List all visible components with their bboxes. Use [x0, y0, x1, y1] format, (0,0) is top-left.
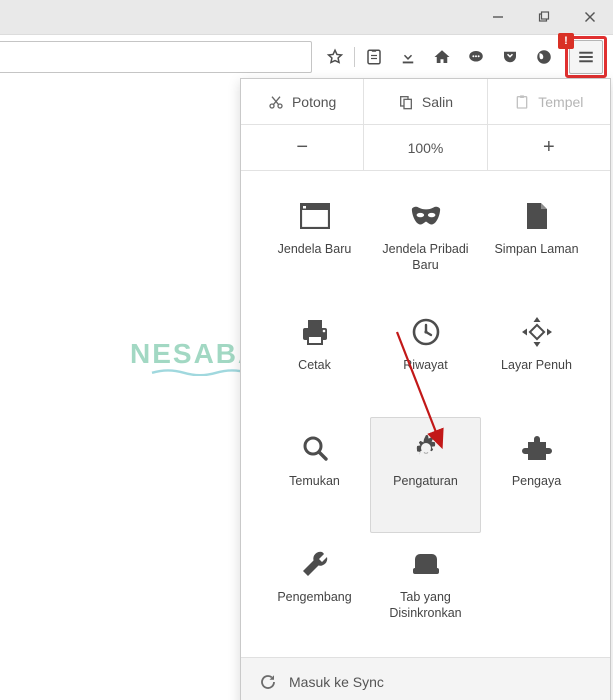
menu-label: Cetak [298, 358, 331, 374]
menu-print[interactable]: Cetak [259, 301, 370, 417]
print-icon [299, 316, 331, 348]
copy-button[interactable]: Salin [363, 79, 486, 125]
hamburger-highlight: ! [565, 36, 607, 78]
reading-list-icon[interactable] [357, 40, 391, 74]
menu-label: Jendela Baru [278, 242, 352, 258]
edit-row: Potong Salin Tempel [241, 79, 610, 125]
notification-badge: ! [558, 33, 574, 49]
menu-label: Simpan Laman [494, 242, 578, 258]
home-icon[interactable] [425, 40, 459, 74]
menu-addons[interactable]: Pengaya [481, 417, 592, 533]
menu-label: Layar Penuh [501, 358, 572, 374]
page-icon [521, 200, 553, 232]
menu-label: Tab yang Disinkronkan [376, 590, 476, 621]
search-icon [299, 432, 331, 464]
window-titlebar [0, 0, 613, 35]
copy-icon [398, 94, 414, 110]
copy-label: Salin [422, 94, 453, 110]
zoom-row: − 100% + [241, 125, 610, 171]
menu-label: Pengaya [512, 474, 561, 490]
downloads-icon[interactable] [391, 40, 425, 74]
paste-button[interactable]: Tempel [487, 79, 610, 125]
menu-label: Jendela Pribadi Baru [376, 242, 476, 273]
menu-new-window[interactable]: Jendela Baru [259, 185, 370, 301]
zoom-level[interactable]: 100% [363, 125, 486, 171]
puzzle-icon [521, 432, 553, 464]
globe-icon[interactable] [527, 40, 561, 74]
device-icon [410, 548, 442, 580]
wrench-icon [299, 548, 331, 580]
sync-label: Masuk ke Sync [289, 674, 384, 690]
pocket-icon[interactable] [493, 40, 527, 74]
menu-history[interactable]: Riwayat [370, 301, 481, 417]
cut-label: Potong [292, 94, 336, 110]
paste-icon [514, 94, 530, 110]
window-close-button[interactable] [567, 0, 613, 34]
bookmark-star-icon[interactable] [318, 40, 352, 74]
menu-find[interactable]: Temukan [259, 417, 370, 533]
paste-label: Tempel [538, 94, 583, 110]
scissors-icon [268, 94, 284, 110]
url-field[interactable] [0, 41, 312, 73]
main-menu-button[interactable] [569, 40, 603, 74]
menu-label: Temukan [289, 474, 340, 490]
cut-button[interactable]: Potong [241, 79, 363, 125]
mask-icon [410, 200, 442, 232]
gear-icon [410, 432, 442, 464]
menu-fullscreen[interactable]: Layar Penuh [481, 301, 592, 417]
chat-icon[interactable] [459, 40, 493, 74]
sync-row[interactable]: Masuk ke Sync [241, 657, 610, 700]
window-icon [299, 200, 331, 232]
menu-save-page[interactable]: Simpan Laman [481, 185, 592, 301]
window-minimize-button[interactable] [475, 0, 521, 34]
menu-synced-tabs[interactable]: Tab yang Disinkronkan [370, 533, 481, 649]
menu-private-window[interactable]: Jendela Pribadi Baru [370, 185, 481, 301]
menu-label: Pengaturan [393, 474, 458, 490]
toolbar: ! [0, 35, 613, 80]
window-restore-button[interactable] [521, 0, 567, 34]
main-menu-panel: Potong Salin Tempel − 100% + Jendel [240, 78, 611, 700]
sync-icon [259, 673, 277, 691]
zoom-in-button[interactable]: + [487, 125, 610, 171]
fullscreen-icon [521, 316, 553, 348]
menu-label: Riwayat [403, 358, 447, 374]
zoom-out-button[interactable]: − [241, 125, 363, 171]
menu-settings[interactable]: Pengaturan [370, 417, 481, 533]
menu-grid: Jendela Baru Jendela Pribadi Baru Simpan… [241, 171, 610, 657]
menu-label: Pengembang [277, 590, 351, 606]
clock-icon [410, 316, 442, 348]
menu-developer[interactable]: Pengembang [259, 533, 370, 649]
